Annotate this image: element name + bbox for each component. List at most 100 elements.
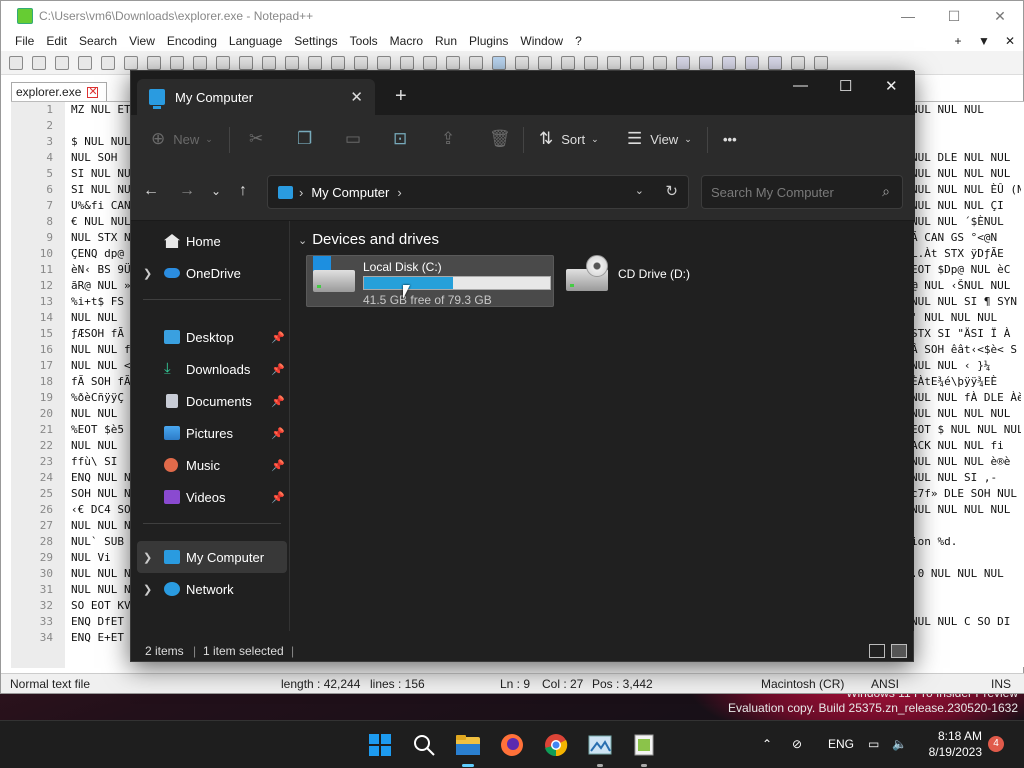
- menu-encoding[interactable]: Encoding: [161, 34, 223, 48]
- toolbar-button-icon[interactable]: [745, 55, 759, 70]
- pin-icon[interactable]: 📌: [271, 395, 285, 408]
- toolbar-button-icon[interactable]: [377, 55, 391, 70]
- notification-badge[interactable]: 4: [988, 736, 1004, 752]
- nav-item-music[interactable]: Music 📌: [131, 449, 287, 481]
- menu-window[interactable]: Window: [514, 34, 569, 48]
- chevron-right-icon[interactable]: ❯: [143, 583, 152, 596]
- toolbar-button-icon[interactable]: [308, 55, 322, 70]
- nav-item-network[interactable]: ❯ Network: [131, 573, 287, 605]
- paste-button[interactable]: ▭: [345, 115, 369, 163]
- minimize-icon[interactable]: —: [793, 77, 808, 94]
- search-button[interactable]: [410, 731, 438, 759]
- maximize-icon[interactable]: ☐: [931, 8, 977, 25]
- breadcrumb[interactable]: My Computer: [311, 185, 389, 200]
- refresh-icon[interactable]: ↻: [665, 182, 678, 200]
- taskbar-photos[interactable]: [586, 731, 614, 767]
- tab-close-icon[interactable]: ✕: [350, 88, 363, 106]
- menu-settings[interactable]: Settings: [288, 34, 343, 48]
- toolbar-button-icon[interactable]: [584, 55, 598, 70]
- back-arrow-icon[interactable]: ←: [143, 182, 159, 200]
- menu-tools[interactable]: Tools: [344, 34, 384, 48]
- maximize-icon[interactable]: ☐: [839, 77, 852, 95]
- start-button[interactable]: [366, 731, 394, 759]
- toolbar-button-icon[interactable]: [768, 55, 782, 70]
- toolbar-button-icon[interactable]: [78, 55, 92, 70]
- network-offline-icon[interactable]: ⊘: [792, 737, 802, 751]
- menu-language[interactable]: Language: [223, 34, 288, 48]
- details-view-icon[interactable]: [869, 644, 885, 658]
- pin-icon[interactable]: 📌: [271, 331, 285, 344]
- chevron-right-icon[interactable]: ›: [397, 185, 401, 200]
- menu-run[interactable]: Run: [429, 34, 463, 48]
- menu-view[interactable]: View: [123, 34, 161, 48]
- toolbar-button-icon[interactable]: [55, 55, 69, 70]
- volume-icon[interactable]: 🔈: [892, 737, 907, 751]
- nav-item-documents[interactable]: Documents 📌: [131, 385, 287, 417]
- toolbar-button-icon[interactable]: [676, 55, 690, 70]
- menu-macro[interactable]: Macro: [384, 34, 429, 48]
- nav-item-my-computer[interactable]: ❯ My Computer: [137, 541, 287, 573]
- toolbar-button-icon[interactable]: [630, 55, 644, 70]
- toolbar-button-icon[interactable]: [285, 55, 299, 70]
- pin-icon[interactable]: 📌: [271, 459, 285, 472]
- sort-button[interactable]: ⇅ Sort ⌄: [539, 115, 599, 163]
- notepadpp-titlebar[interactable]: C:\Users\vm6\Downloads\explorer.exe - No…: [1, 1, 1023, 31]
- chevron-right-icon[interactable]: ❯: [143, 551, 152, 564]
- nav-item-downloads[interactable]: ⤓ Downloads 📌: [131, 353, 287, 385]
- toolbar-button-icon[interactable]: [124, 55, 138, 70]
- toolbar-button-icon[interactable]: [331, 55, 345, 70]
- toolbar-button-icon[interactable]: [239, 55, 253, 70]
- new-tab-icon[interactable]: +: [395, 85, 407, 108]
- nav-item-desktop[interactable]: Desktop 📌: [131, 321, 287, 353]
- toolbar-button-icon[interactable]: [515, 55, 529, 70]
- toolbar-button-icon[interactable]: [653, 55, 667, 70]
- toolbar-button-icon[interactable]: [170, 55, 184, 70]
- nav-item-pictures[interactable]: Pictures 📌: [131, 417, 287, 449]
- menu-help[interactable]: ?: [569, 34, 588, 48]
- group-header-devices[interactable]: ⌄ Devices and drives: [298, 231, 439, 248]
- nav-item-onedrive[interactable]: ❯ OneDrive: [131, 257, 287, 289]
- monitor-icon[interactable]: ▭: [868, 737, 879, 751]
- chevron-right-icon[interactable]: ❯: [143, 267, 152, 280]
- new-button[interactable]: ⊕ New ⌄: [151, 115, 213, 163]
- taskbar-notepadpp[interactable]: [630, 731, 658, 767]
- add-tab-icon[interactable]: +: [945, 34, 971, 48]
- toolbar-button-icon[interactable]: [216, 55, 230, 70]
- toolbar-button-icon[interactable]: [699, 55, 713, 70]
- toolbar-button-icon[interactable]: [400, 55, 414, 70]
- language-indicator[interactable]: ENG: [828, 737, 854, 751]
- tab-my-computer[interactable]: My Computer ✕: [137, 79, 375, 115]
- more-options-button[interactable]: •••: [723, 115, 737, 163]
- cut-button[interactable]: ✂: [249, 115, 271, 163]
- search-box[interactable]: Search My Computer ⌕: [701, 175, 903, 209]
- toolbar-button-icon[interactable]: [492, 55, 506, 70]
- toolbar-button-icon[interactable]: [469, 55, 483, 70]
- taskbar-file-explorer[interactable]: [454, 731, 482, 767]
- nav-item-home[interactable]: Home: [131, 225, 287, 257]
- menu-file[interactable]: File: [9, 34, 40, 48]
- address-box[interactable]: › My Computer › ⌄ ↻: [267, 175, 689, 209]
- toolbar-button-icon[interactable]: [101, 55, 115, 70]
- menu-edit[interactable]: Edit: [40, 34, 73, 48]
- menu-plugins[interactable]: Plugins: [463, 34, 514, 48]
- toolbar-button-icon[interactable]: [561, 55, 575, 70]
- share-button[interactable]: ⇪: [441, 115, 463, 163]
- toolbar-button-icon[interactable]: [32, 55, 46, 70]
- close-icon[interactable]: ✕: [885, 77, 898, 95]
- pin-icon[interactable]: 📌: [271, 491, 285, 504]
- toolbar-button-icon[interactable]: [538, 55, 552, 70]
- tiles-view-icon[interactable]: [891, 644, 907, 658]
- pin-icon[interactable]: 📌: [271, 363, 285, 376]
- drive-cd-d[interactable]: CD Drive (D:): [562, 255, 702, 307]
- tab-close-icon[interactable]: ✕: [87, 86, 99, 98]
- view-button[interactable]: ☰ View ⌄: [627, 115, 692, 163]
- toolbar-button-icon[interactable]: [423, 55, 437, 70]
- address-dropdown-icon[interactable]: ⌄: [635, 184, 644, 197]
- up-arrow-icon[interactable]: ↑: [239, 182, 247, 200]
- rename-button[interactable]: ⊡: [393, 115, 415, 163]
- tab-list-icon[interactable]: ▼: [971, 34, 997, 48]
- toolbar-button-icon[interactable]: [193, 55, 207, 70]
- delete-button[interactable]: 🗑: [489, 115, 519, 163]
- close-doc-icon[interactable]: ✕: [997, 34, 1023, 48]
- recent-locations-icon[interactable]: ⌄: [211, 184, 221, 198]
